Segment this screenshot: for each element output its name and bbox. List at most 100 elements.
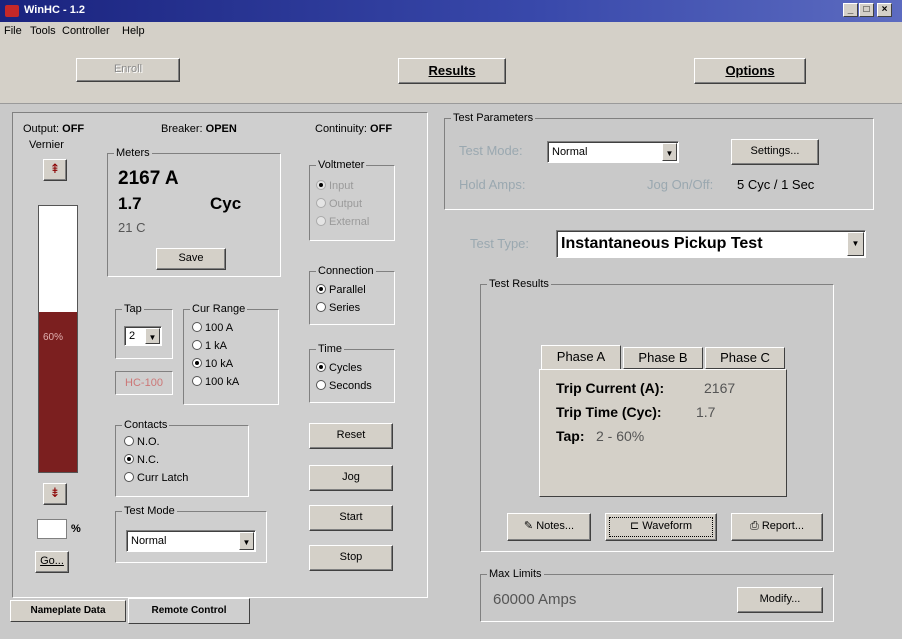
cur-range-group: Cur Range 100 A 1 kA 10 kA 100 kA xyxy=(183,303,279,405)
app-logo-icon xyxy=(5,5,19,17)
jog-button[interactable]: Jog xyxy=(309,465,393,491)
vernier-label: Vernier xyxy=(29,139,64,151)
meter-temperature: 21 C xyxy=(118,220,146,235)
meters-group: Meters 2167 A 1.7 Cyc 21 C Save xyxy=(107,147,281,277)
trip-time-label: Trip Time (Cyc): xyxy=(556,404,662,420)
time-group: Time Cycles Seconds xyxy=(309,343,395,403)
window-title: WinHC - 1.2 xyxy=(24,4,86,16)
meters-title: Meters xyxy=(114,147,152,159)
test-type-label: Test Type: xyxy=(470,236,530,251)
connection-parallel-radio[interactable]: Parallel xyxy=(316,284,366,296)
left-test-mode-select[interactable]: Normal ▼ xyxy=(126,530,256,552)
voltmeter-external-radio[interactable]: External xyxy=(316,216,369,228)
jog-label: Jog On/Off: xyxy=(647,177,714,192)
waveform-icon: ⊏ xyxy=(630,520,643,532)
test-type-select[interactable]: Instantaneous Pickup Test ▼ xyxy=(556,230,866,258)
max-limits-title: Max Limits xyxy=(487,568,544,580)
trip-time-value: 1.7 xyxy=(696,404,716,420)
connection-series-radio[interactable]: Series xyxy=(316,302,360,314)
tab-phase-c[interactable]: Phase C xyxy=(705,347,785,369)
settings-button[interactable]: Settings... xyxy=(731,139,819,165)
notes-icon: ✎ xyxy=(523,520,537,532)
menu-help[interactable]: Help xyxy=(122,25,145,37)
connection-group: Connection Parallel Series xyxy=(309,265,395,325)
menu-controller[interactable]: Controller xyxy=(62,25,110,37)
toolbar: Enroll Results Options xyxy=(0,42,902,104)
report-icon: ⎙ xyxy=(749,520,762,532)
menu-tools[interactable]: Tools xyxy=(30,25,56,37)
start-button[interactable]: Start xyxy=(309,505,393,531)
voltmeter-output-radio[interactable]: Output xyxy=(316,198,362,210)
continuity-label: Continuity: OFF xyxy=(315,123,393,135)
contacts-nc-radio[interactable]: N.C. xyxy=(124,454,159,466)
voltmeter-group: Voltmeter Input Output External xyxy=(309,159,395,241)
time-seconds-radio[interactable]: Seconds xyxy=(316,380,372,392)
minimize-icon[interactable]: _ xyxy=(843,3,858,17)
notes-button[interactable]: ✎ Notes... xyxy=(507,513,591,541)
test-results-title: Test Results xyxy=(487,278,551,290)
contacts-no-radio[interactable]: N.O. xyxy=(124,436,160,448)
max-limits-value: 60000 Amps xyxy=(493,591,577,608)
test-results-group: Test Results Phase A Phase B Phase C Tri… xyxy=(480,278,834,552)
reset-button[interactable]: Reset xyxy=(309,423,393,449)
hold-amps-label: Hold Amps: xyxy=(459,177,526,192)
test-parameters-title: Test Parameters xyxy=(451,112,536,124)
model-label: HC-100 xyxy=(115,371,173,395)
waveform-button[interactable]: ⊏ Waveform xyxy=(605,513,717,541)
contacts-title: Contacts xyxy=(122,419,170,431)
tap-title: Tap xyxy=(122,303,144,315)
go-button[interactable]: Go... xyxy=(35,551,69,573)
test-mode-label: Test Mode: xyxy=(459,143,523,158)
test-parameters-group: Test Parameters Test Mode: Normal ▼ Setti… xyxy=(444,112,874,210)
menu-bar: File Tools Controller Help xyxy=(0,22,902,42)
vernier-up-button[interactable]: ⇞ xyxy=(43,159,67,181)
tab-remote-control[interactable]: Remote Control xyxy=(128,598,250,624)
modify-button[interactable]: Modify... xyxy=(737,587,823,613)
cur-range-10ka-radio[interactable]: 10 kA xyxy=(192,358,233,370)
tab-nameplate-data[interactable]: Nameplate Data xyxy=(10,600,126,622)
voltmeter-title: Voltmeter xyxy=(316,159,367,171)
tab-phase-a[interactable]: Phase A xyxy=(541,345,621,369)
maximize-icon[interactable]: □ xyxy=(859,3,874,17)
close-icon[interactable]: × xyxy=(877,3,892,17)
enroll-button[interactable]: Enroll xyxy=(76,58,180,82)
remote-control-panel: Output: OFF Breaker: OPEN Continuity: OF… xyxy=(12,112,428,598)
output-label: Output: OFF xyxy=(23,123,85,135)
params-test-mode-select[interactable]: Normal ▼ xyxy=(547,141,679,163)
meter-cycles-unit: Cyc xyxy=(210,194,242,213)
meter-cycles-value: 1.7 xyxy=(118,194,142,213)
title-bar: WinHC - 1.2 _ □ × xyxy=(0,0,902,22)
report-button[interactable]: ⎙ Report... xyxy=(731,513,823,541)
tap-group: Tap 2 ▼ xyxy=(115,303,173,359)
percent-sign: % xyxy=(71,523,81,535)
contacts-group: Contacts N.O. N.C. Curr Latch xyxy=(115,419,249,497)
vernier-bar[interactable]: 60% xyxy=(38,205,78,473)
tap-select[interactable]: 2 ▼ xyxy=(124,326,162,346)
connection-title: Connection xyxy=(316,265,376,277)
vernier-down-button[interactable]: ⇟ xyxy=(43,483,67,505)
cur-range-100ka-radio[interactable]: 100 kA xyxy=(192,376,239,388)
meters-save-button[interactable]: Save xyxy=(156,248,226,270)
tab-phase-b[interactable]: Phase B xyxy=(623,347,703,369)
cur-range-1ka-radio[interactable]: 1 kA xyxy=(192,340,227,352)
meter-amps: 2167 A xyxy=(118,168,179,189)
cur-range-100a-radio[interactable]: 100 A xyxy=(192,322,233,334)
jog-value: 5 Cyc / 1 Sec xyxy=(737,177,815,192)
time-cycles-radio[interactable]: Cycles xyxy=(316,362,362,374)
voltmeter-input-radio[interactable]: Input xyxy=(316,180,353,192)
breaker-label: Breaker: OPEN xyxy=(161,123,237,135)
contacts-curr-latch-radio[interactable]: Curr Latch xyxy=(124,472,188,484)
vernier-percent: 60% xyxy=(43,332,64,343)
results-button[interactable]: Results xyxy=(398,58,506,84)
trip-current-value: 2167 xyxy=(704,380,736,396)
time-title: Time xyxy=(316,343,345,355)
stop-button[interactable]: Stop xyxy=(309,545,393,571)
test-mode-group: Test Mode Normal ▼ xyxy=(115,505,267,563)
options-button[interactable]: Options xyxy=(694,58,806,84)
max-limits-group: Max Limits 60000 Amps Modify... xyxy=(480,568,834,622)
test-mode-title: Test Mode xyxy=(122,505,177,517)
tap-result-value: 2 - 60% xyxy=(596,428,645,444)
phase-results-panel: Trip Current (A): 2167 Trip Time (Cyc): … xyxy=(539,369,787,497)
percent-input[interactable] xyxy=(37,519,67,539)
menu-file[interactable]: File xyxy=(4,25,22,37)
